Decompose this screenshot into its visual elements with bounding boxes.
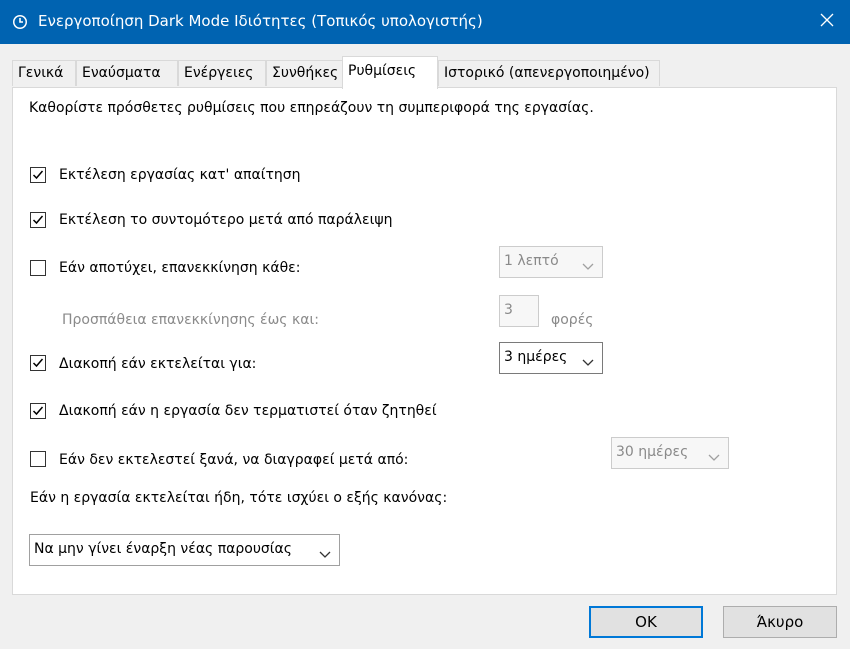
tab-conditions[interactable]: Συνθήκες — [266, 60, 352, 86]
stop-if-runs-label: Διακοπή εάν εκτελείται για: — [59, 356, 257, 372]
restart-on-fail-checkbox[interactable] — [30, 260, 46, 276]
chevron-down-icon — [319, 547, 331, 563]
chevron-down-icon — [582, 355, 594, 371]
running-rule-label: Εάν η εργασία εκτελείται ήδη, τότε ισχύε… — [30, 490, 448, 506]
restart-on-fail-label: Εάν αποτύχει, επανεκκίνηση κάθε: — [59, 260, 301, 276]
chevron-down-icon — [708, 450, 720, 466]
restart-interval-value: 1 λεπτό — [504, 253, 559, 269]
running-rule-value: Να μην γίνει έναρξη νέας παρουσίας — [34, 541, 292, 557]
checkmark-icon — [32, 406, 44, 416]
window-title: Ενεργοποίηση Dark Mode Ιδιότητες (Τοπικό… — [38, 12, 483, 30]
checkmark-icon — [32, 358, 44, 368]
checkmark-icon — [32, 215, 44, 225]
stop-duration-select[interactable]: 3 ημέρες — [499, 342, 603, 374]
cancel-button[interactable]: Άκυρο — [723, 606, 837, 638]
restart-attempts-unit: φορές — [551, 312, 594, 328]
delete-task-label: Εάν δεν εκτελεστεί ξανά, να διαγραφεί με… — [59, 452, 409, 468]
settings-intro: Καθορίστε πρόσθετες ρυθμίσεις που επηρεά… — [29, 100, 594, 116]
tab-general[interactable]: Γενικά — [12, 60, 76, 86]
force-stop-checkbox[interactable] — [30, 403, 46, 419]
run-asap-label: Εκτέλεση το συντομότερο μετά από παράλει… — [59, 212, 393, 228]
tab-settings[interactable]: Ρυθμίσεις — [342, 56, 438, 89]
title-bar: Ενεργοποίηση Dark Mode Ιδιότητες (Τοπικό… — [0, 0, 850, 44]
run-asap-checkbox[interactable] — [30, 212, 46, 228]
tab-actions[interactable]: Ενέργειες — [178, 60, 266, 86]
close-icon — [820, 13, 834, 31]
run-on-demand-checkbox[interactable] — [30, 167, 46, 183]
restart-interval-select[interactable]: 1 λεπτό — [499, 246, 603, 278]
ok-button[interactable]: OK — [589, 606, 703, 638]
tab-strip: Γενικά Εναύσματα Ενέργειες Συνθήκες Ρυθμ… — [12, 56, 842, 89]
delete-task-checkbox[interactable] — [30, 451, 46, 467]
running-rule-select[interactable]: Να μην γίνει έναρξη νέας παρουσίας — [29, 534, 340, 566]
settings-panel: Καθορίστε πρόσθετες ρυθμίσεις που επηρεά… — [12, 87, 837, 595]
force-stop-label: Διακοπή εάν η εργασία δεν τερματιστεί ότ… — [59, 403, 437, 419]
stop-if-runs-checkbox[interactable] — [30, 355, 46, 371]
checkmark-icon — [32, 170, 44, 180]
restart-attempts-input[interactable]: 3 — [499, 295, 539, 327]
restart-attempts-value: 3 — [504, 302, 513, 318]
close-button[interactable] — [804, 0, 850, 44]
restart-attempts-label: Προσπάθεια επανεκκίνησης έως και: — [62, 312, 319, 328]
tab-triggers[interactable]: Εναύσματα — [76, 60, 178, 86]
stop-duration-value: 3 ημέρες — [504, 349, 568, 365]
task-clock-icon — [12, 14, 28, 30]
chevron-down-icon — [582, 259, 594, 275]
run-on-demand-label: Εκτέλεση εργασίας κατ' απαίτηση — [59, 167, 301, 183]
tab-history[interactable]: Ιστορικό (απενεργοποιημένο) — [438, 60, 660, 86]
delete-after-value: 30 ημέρες — [616, 444, 689, 460]
delete-after-select[interactable]: 30 ημέρες — [611, 437, 729, 469]
